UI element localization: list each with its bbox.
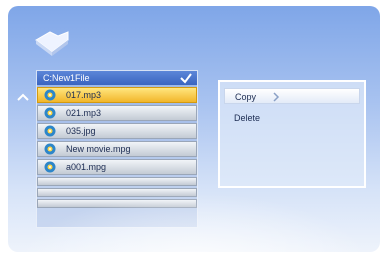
- file-name: 035.jpg: [66, 126, 96, 136]
- empty-row: [37, 188, 197, 197]
- empty-row: [37, 199, 197, 208]
- disc-icon: [44, 143, 56, 155]
- path-bar: C:New1File: [37, 71, 197, 85]
- file-name: 017.mp3: [66, 90, 102, 100]
- file-row[interactable]: New movie.mpg: [37, 141, 197, 157]
- file-name: a001.mpg: [66, 162, 107, 172]
- menu-item-delete[interactable]: Delete: [224, 110, 360, 126]
- file-browser-panel: C:New1File 017.mp3 021.mp3 035.jpg New m…: [36, 70, 198, 228]
- file-row[interactable]: a001.mpg: [37, 159, 197, 175]
- context-menu: Copy Delete: [218, 80, 366, 188]
- path-label: C:New1File: [43, 73, 90, 83]
- file-name: 021.mp3: [66, 108, 102, 118]
- disc-icon: [44, 161, 56, 173]
- empty-row: [37, 177, 197, 186]
- folder-icon: [35, 31, 69, 56]
- file-name: New movie.mpg: [66, 144, 131, 154]
- file-list: 017.mp3 021.mp3 035.jpg New movie.mpg a0…: [37, 87, 197, 210]
- menu-item-label: Copy: [235, 92, 257, 102]
- file-row[interactable]: 021.mp3: [37, 105, 197, 121]
- disc-icon: [44, 107, 56, 119]
- disc-icon: [44, 125, 56, 137]
- selection-arrow-icon: [273, 92, 280, 102]
- up-arrow-icon[interactable]: [16, 92, 30, 102]
- disc-icon: [44, 89, 56, 101]
- check-icon[interactable]: [179, 72, 193, 84]
- file-row[interactable]: 035.jpg: [37, 123, 197, 139]
- menu-item-label: Delete: [234, 113, 261, 123]
- file-row[interactable]: 017.mp3: [37, 87, 197, 103]
- menu-item-copy[interactable]: Copy: [224, 88, 360, 104]
- screen-background: C:New1File 017.mp3 021.mp3 035.jpg New m…: [8, 6, 380, 252]
